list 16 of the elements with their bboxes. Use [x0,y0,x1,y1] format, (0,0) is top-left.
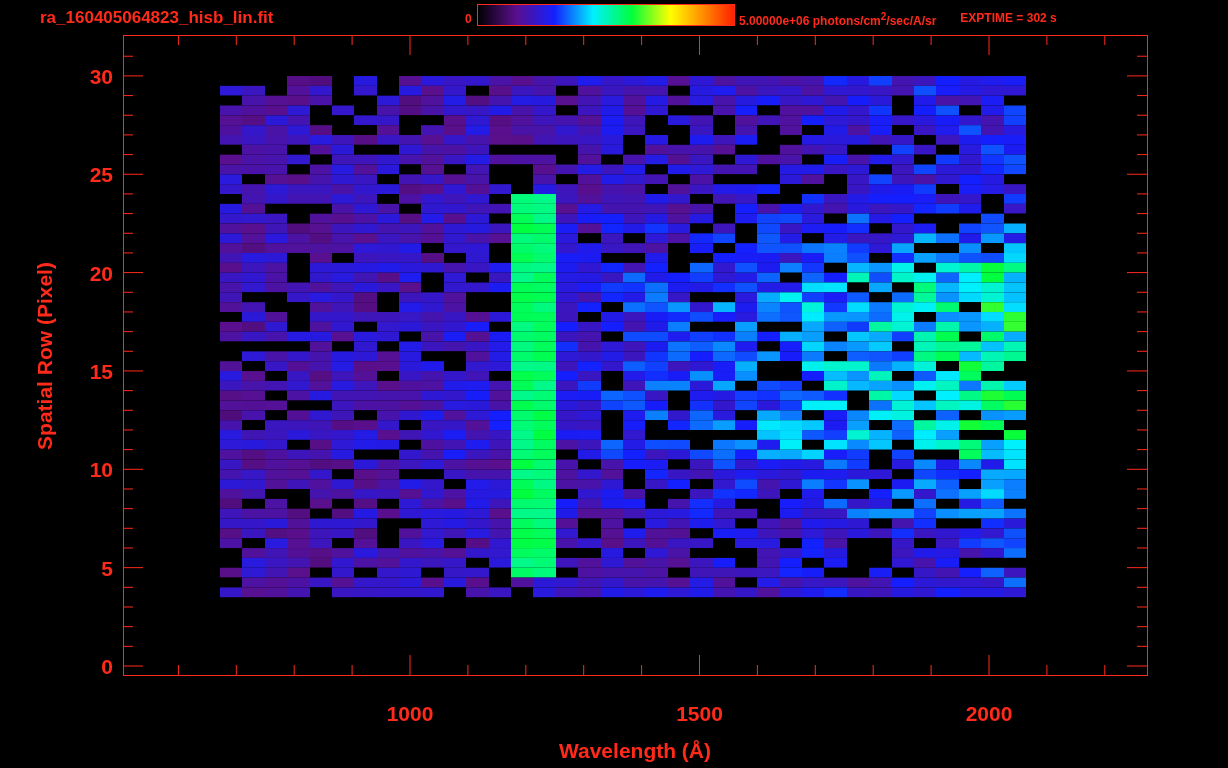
x-tick-label: 1500 [676,702,723,725]
x-tick-label: 2000 [965,702,1013,725]
y-tick-label: 0 [101,655,113,679]
exposure-time: EXPTIME = 302 s [960,11,1057,25]
y-tick-label: 5 [101,556,113,580]
y-tick-label: 30 [89,65,113,88]
y-axis-label: Spatial Row (Pixel) [33,262,56,450]
y-tick-label: 25 [89,163,113,187]
y-tick-label: 20 [89,261,113,285]
colorbar-min-label: 0 [465,12,473,26]
x-tick-label: 1000 [386,702,434,725]
colorbar-max-label: 5.00000e+06 photons/cm$^{2}$/sec/A/sr [739,11,937,28]
y-tick-label: 10 [89,458,113,482]
file-title: ra_160405064823_hisb_lin.fit [40,8,275,28]
x-axis-label: Wavelength (Å) [558,739,712,762]
y-tick-label: 15 [89,360,113,384]
